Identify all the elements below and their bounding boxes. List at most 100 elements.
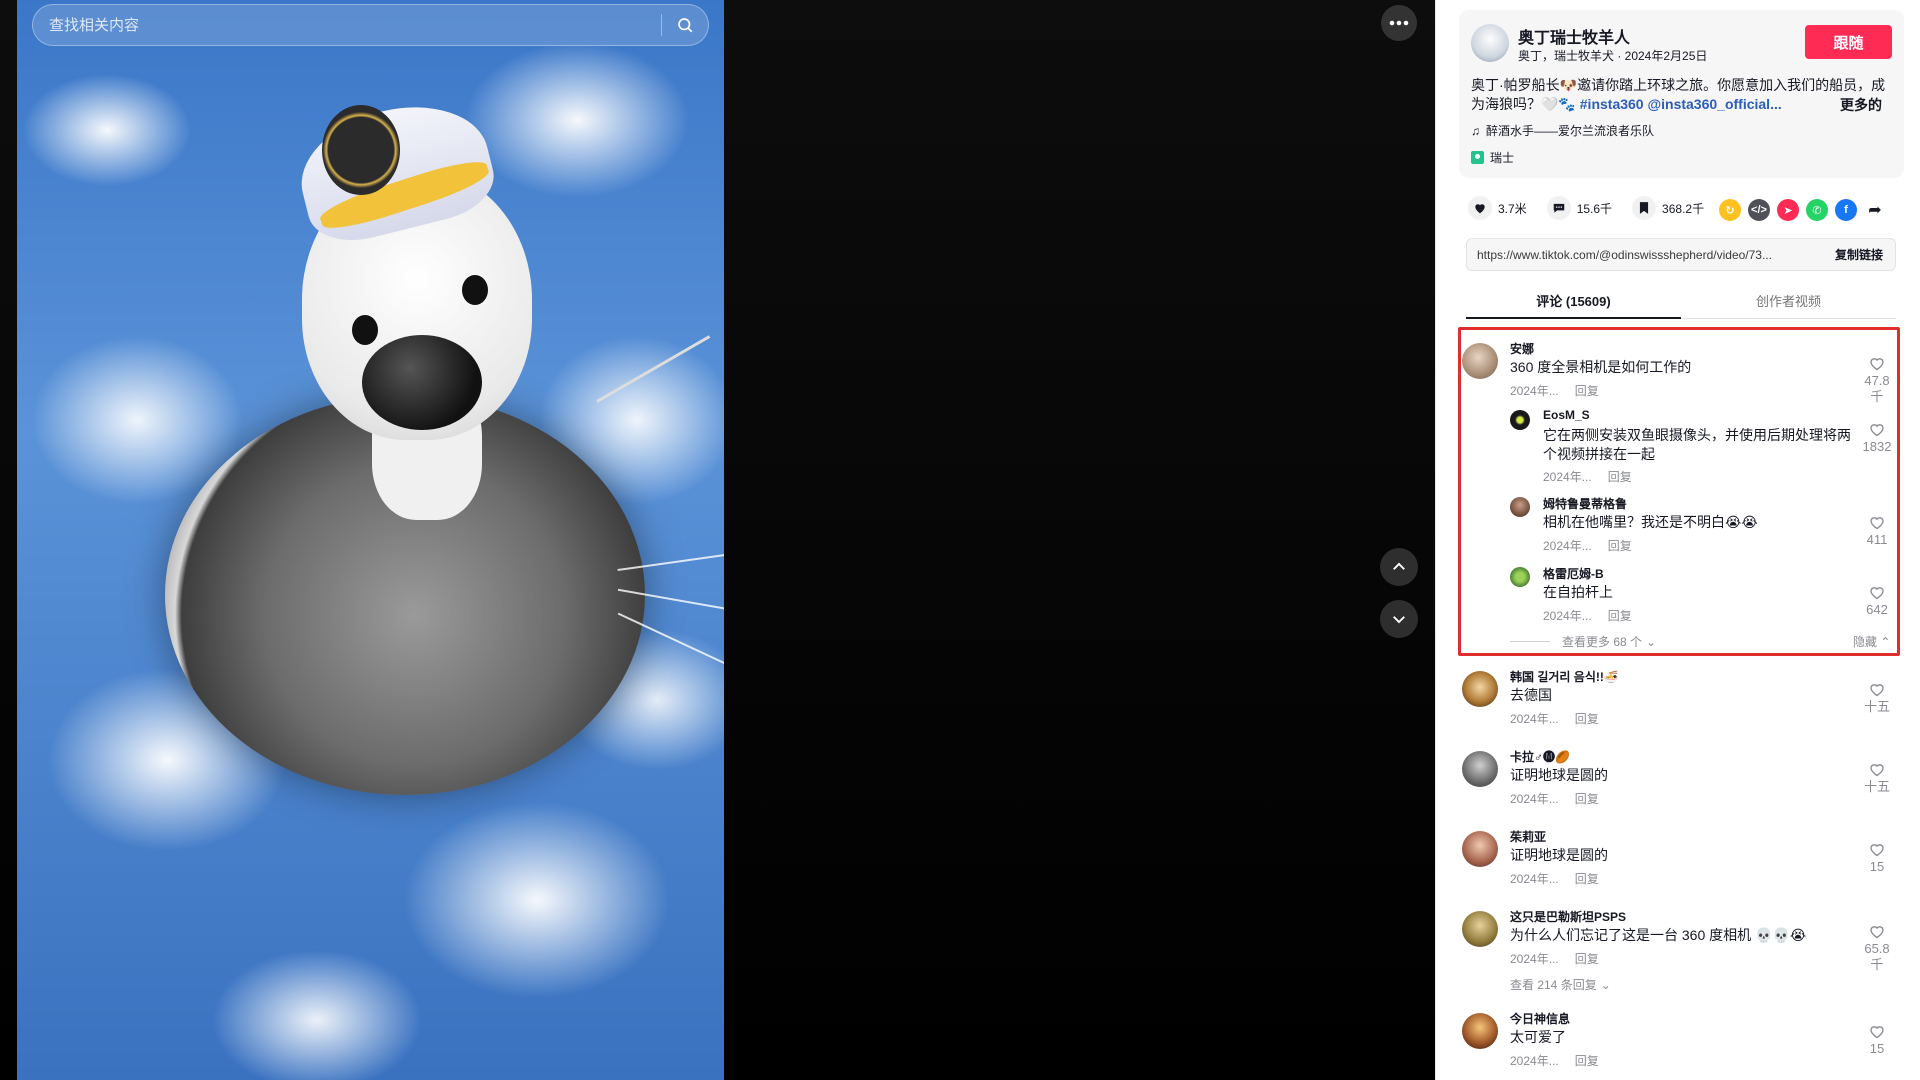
commenter-avatar[interactable]	[1510, 410, 1530, 430]
search-button[interactable]	[662, 5, 708, 45]
reply-button[interactable]: 回复	[1608, 537, 1632, 554]
comment-meta: 2024年... 回复	[1543, 607, 1632, 624]
comment-like-count: 65.8千	[1864, 941, 1890, 972]
reply-divider-line	[1510, 641, 1550, 642]
commenter-avatar[interactable]	[1462, 831, 1498, 867]
reply-button[interactable]: 回复	[1575, 382, 1599, 399]
comment-like-button[interactable]: 47.8千	[1862, 356, 1892, 405]
comment-meta: 2024年... 回复	[1510, 1052, 1599, 1069]
comment-meta: 2024年... 回复	[1510, 790, 1599, 807]
commenter-name[interactable]: 韩国 길거리 음식!!🍜	[1510, 668, 1619, 685]
comment-date: 2024年...	[1510, 792, 1559, 806]
save-button[interactable]: 368.2千	[1632, 196, 1704, 220]
like-count: 3.7米	[1498, 201, 1527, 216]
comment-like-count: 15	[1869, 859, 1885, 874]
dog-eye	[462, 275, 488, 305]
details-panel: 奥丁瑞士牧羊人 奥丁，瑞士牧羊犬 · 2024年2月25日 跟随 奥丁·帕罗船长…	[1435, 0, 1920, 1080]
hashtag-link[interactable]: #insta360 @insta360_official...	[1580, 96, 1782, 112]
location-row[interactable]: 瑞士	[1471, 149, 1514, 166]
commenter-avatar[interactable]	[1462, 911, 1498, 947]
comment-date: 2024年...	[1510, 384, 1559, 398]
follow-button[interactable]: 跟随	[1805, 25, 1892, 59]
video-info-card: 奥丁瑞士牧羊人 奥丁，瑞士牧羊犬 · 2024年2月25日 跟随 奥丁·帕罗船长…	[1459, 10, 1904, 178]
panel-tabs: 评论 (15609) 创作者视频	[1466, 283, 1896, 319]
dog-eye	[352, 315, 378, 345]
heart-icon	[1468, 196, 1492, 220]
search-bar	[32, 4, 709, 46]
commenter-name[interactable]: 这只是巴勒斯坦PSPS	[1510, 908, 1626, 925]
commenter-name[interactable]: 茱莉亚	[1510, 828, 1546, 845]
more-link[interactable]: 更多的	[1834, 95, 1882, 115]
chevron-up-icon: ⌃	[1880, 635, 1891, 649]
comment-like-count: 十五	[1863, 699, 1890, 714]
commenter-name[interactable]: EosM_S	[1543, 408, 1590, 422]
comment-like-button[interactable]: 十五	[1862, 682, 1892, 715]
chevron-down-icon: ⌄	[1600, 977, 1611, 992]
tab-creator-videos[interactable]: 创作者视频	[1681, 283, 1896, 318]
video-url[interactable]: https://www.tiktok.com/@odinswissshepher…	[1467, 248, 1823, 262]
chevron-up-icon	[1393, 562, 1405, 570]
video-player[interactable]	[17, 0, 724, 1080]
reply-button[interactable]: 回复	[1608, 468, 1632, 485]
comment-like-button[interactable]: 15	[1862, 842, 1892, 875]
comment-item: 安娜 360 度全景相机是如何工作的 2024年... 回复 47.8千	[1458, 340, 1898, 410]
more-options-button[interactable]	[1381, 5, 1417, 41]
comment-like-count: 642	[1866, 602, 1888, 617]
reply-button[interactable]: 回复	[1575, 1052, 1599, 1069]
author-name[interactable]: 奥丁瑞士牧羊人	[1518, 24, 1630, 48]
commenter-name[interactable]: 格雷厄姆-B	[1543, 565, 1604, 582]
comment-like-button[interactable]: 15	[1862, 1024, 1892, 1057]
reply-button[interactable]: 回复	[1575, 710, 1599, 727]
commenter-avatar[interactable]	[1462, 751, 1498, 787]
repost-icon[interactable]: ↻	[1719, 199, 1741, 221]
like-button[interactable]: 3.7米	[1468, 196, 1527, 220]
commenter-name[interactable]: 姆特鲁曼蒂格鲁	[1543, 495, 1627, 512]
previous-video-button[interactable]	[1380, 548, 1418, 586]
commenter-name[interactable]: 安娜	[1510, 340, 1534, 357]
facebook-icon[interactable]: f	[1835, 199, 1857, 221]
comment-like-button[interactable]: 1832	[1862, 422, 1892, 455]
commenter-name[interactable]: 今日神信息	[1510, 1010, 1570, 1027]
comment-date: 2024年...	[1510, 872, 1559, 886]
whatsapp-icon[interactable]: ✆	[1806, 199, 1828, 221]
comment-like-button[interactable]: 十五	[1862, 762, 1892, 795]
comment-text: 证明地球是圆的	[1510, 847, 1608, 863]
comment-icon	[1546, 196, 1571, 220]
hide-replies-button[interactable]: 隐藏 ⌃	[1853, 633, 1890, 650]
commenter-avatar[interactable]	[1462, 343, 1498, 379]
reply-button[interactable]: 回复	[1575, 950, 1599, 967]
share-arrow-icon[interactable]: ➦	[1864, 199, 1886, 221]
comment-like-button[interactable]: 411	[1862, 515, 1892, 548]
commenter-avatar[interactable]	[1462, 1013, 1498, 1049]
commenter-name[interactable]: 卡拉♂🅜🏉	[1510, 748, 1570, 765]
comment-item: 卡拉♂🅜🏉 证明地球是圆的 2024年... 回复 十五	[1458, 748, 1898, 818]
comment-meta: 2024年... 回复	[1510, 870, 1599, 887]
search-input[interactable]	[33, 16, 661, 34]
commenter-avatar[interactable]	[1510, 567, 1530, 587]
send-icon[interactable]: ➤	[1777, 199, 1799, 221]
next-video-button[interactable]	[1380, 600, 1418, 638]
reply-button[interactable]: 回复	[1575, 870, 1599, 887]
view-more-replies-button[interactable]: 查看更多 68 个 ⌄	[1510, 633, 1656, 650]
embed-icon[interactable]: </>	[1748, 199, 1770, 221]
commenter-avatar[interactable]	[1510, 497, 1530, 517]
comment-date: 2024年...	[1543, 539, 1592, 553]
copy-link-button[interactable]: 复制链接	[1823, 246, 1895, 263]
comment-meta: 2024年... 回复	[1543, 537, 1632, 554]
heart-outline-icon	[1870, 358, 1884, 371]
comment-button[interactable]: 15.6千	[1546, 196, 1612, 220]
comment-meta: 2024年... 回复	[1510, 710, 1599, 727]
view-replies-button[interactable]: 查看 214 条回复 ⌄	[1510, 976, 1611, 993]
comment-like-button[interactable]: 65.8千	[1862, 924, 1892, 973]
comment-like-button[interactable]: 642	[1862, 585, 1892, 618]
dog-nose	[362, 335, 482, 430]
comment-text: 相机在他嘴里？我还是不明白😭😭	[1543, 514, 1758, 530]
tab-comments[interactable]: 评论 (15609)	[1466, 283, 1681, 319]
author-avatar[interactable]	[1471, 24, 1509, 62]
reply-button[interactable]: 回复	[1575, 790, 1599, 807]
commenter-avatar[interactable]	[1462, 671, 1498, 707]
heart-outline-icon	[1870, 844, 1884, 857]
captain-hat-badge	[322, 105, 400, 195]
reply-button[interactable]: 回复	[1608, 607, 1632, 624]
music-row[interactable]: ♫ 醉酒水手——爱尔兰流浪者乐队	[1471, 122, 1654, 139]
